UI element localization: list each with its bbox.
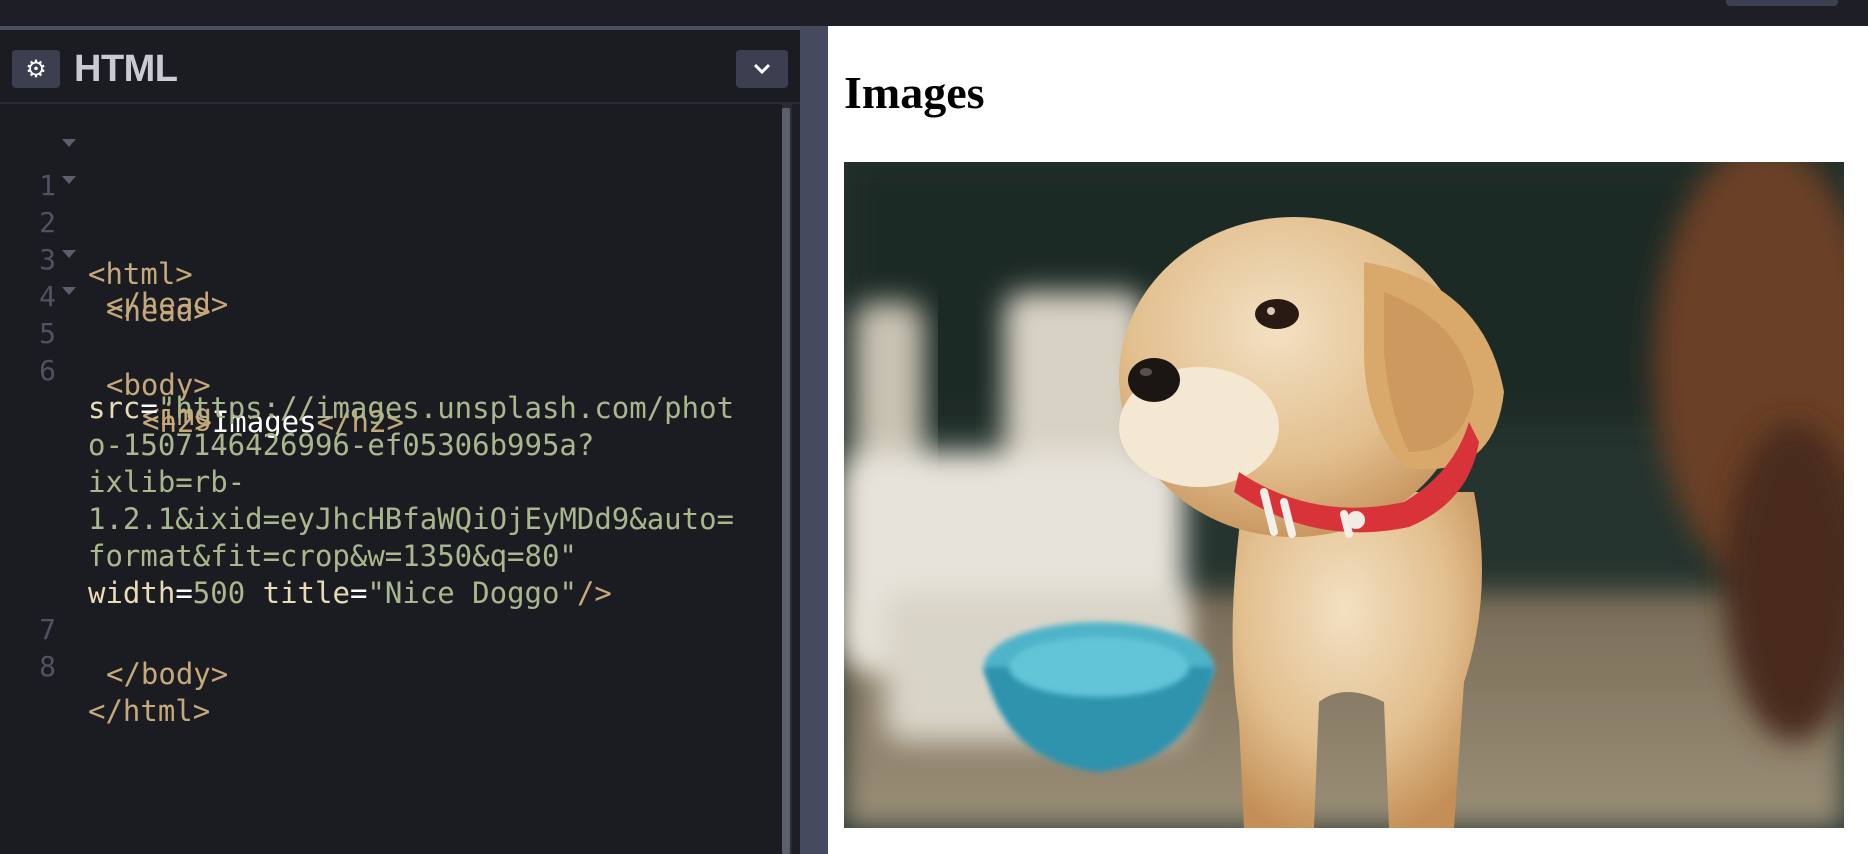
fold-arrow-icon[interactable]: [62, 139, 76, 147]
puppy-photo: [844, 162, 1844, 828]
code-token: </html>: [88, 694, 211, 728]
line-number: 8: [39, 650, 56, 683]
settings-button[interactable]: ⚙: [12, 50, 60, 88]
html-editor-panel: ⚙ HTML 1 <html> 2 <head> 3 </head> 4 <bo…: [0, 30, 800, 854]
chevron-down-icon: [753, 63, 771, 75]
editor-header: ⚙ HTML: [0, 30, 800, 104]
preview-panel: Images: [828, 26, 1868, 854]
top-bar: [0, 0, 1868, 26]
top-bar-button[interactable]: [1726, 0, 1838, 6]
editor-scroll-thumb[interactable]: [782, 108, 790, 854]
collapse-button[interactable]: [736, 50, 788, 88]
pane-resize-handle[interactable]: [800, 26, 828, 854]
puppy-photo-illustration: [844, 162, 1844, 828]
fold-arrow-icon[interactable]: [62, 176, 76, 184]
preview-heading: Images: [844, 67, 985, 118]
gear-icon: ⚙: [25, 55, 47, 83]
fold-arrow-icon[interactable]: [62, 287, 76, 295]
fold-arrow-icon[interactable]: [62, 250, 76, 258]
code-line: 8 </html>: [0, 601, 780, 728]
editor-title: HTML: [74, 48, 178, 90]
code-editor[interactable]: 1 <html> 2 <head> 3 </head> 4 <body> 5 <…: [0, 104, 782, 854]
